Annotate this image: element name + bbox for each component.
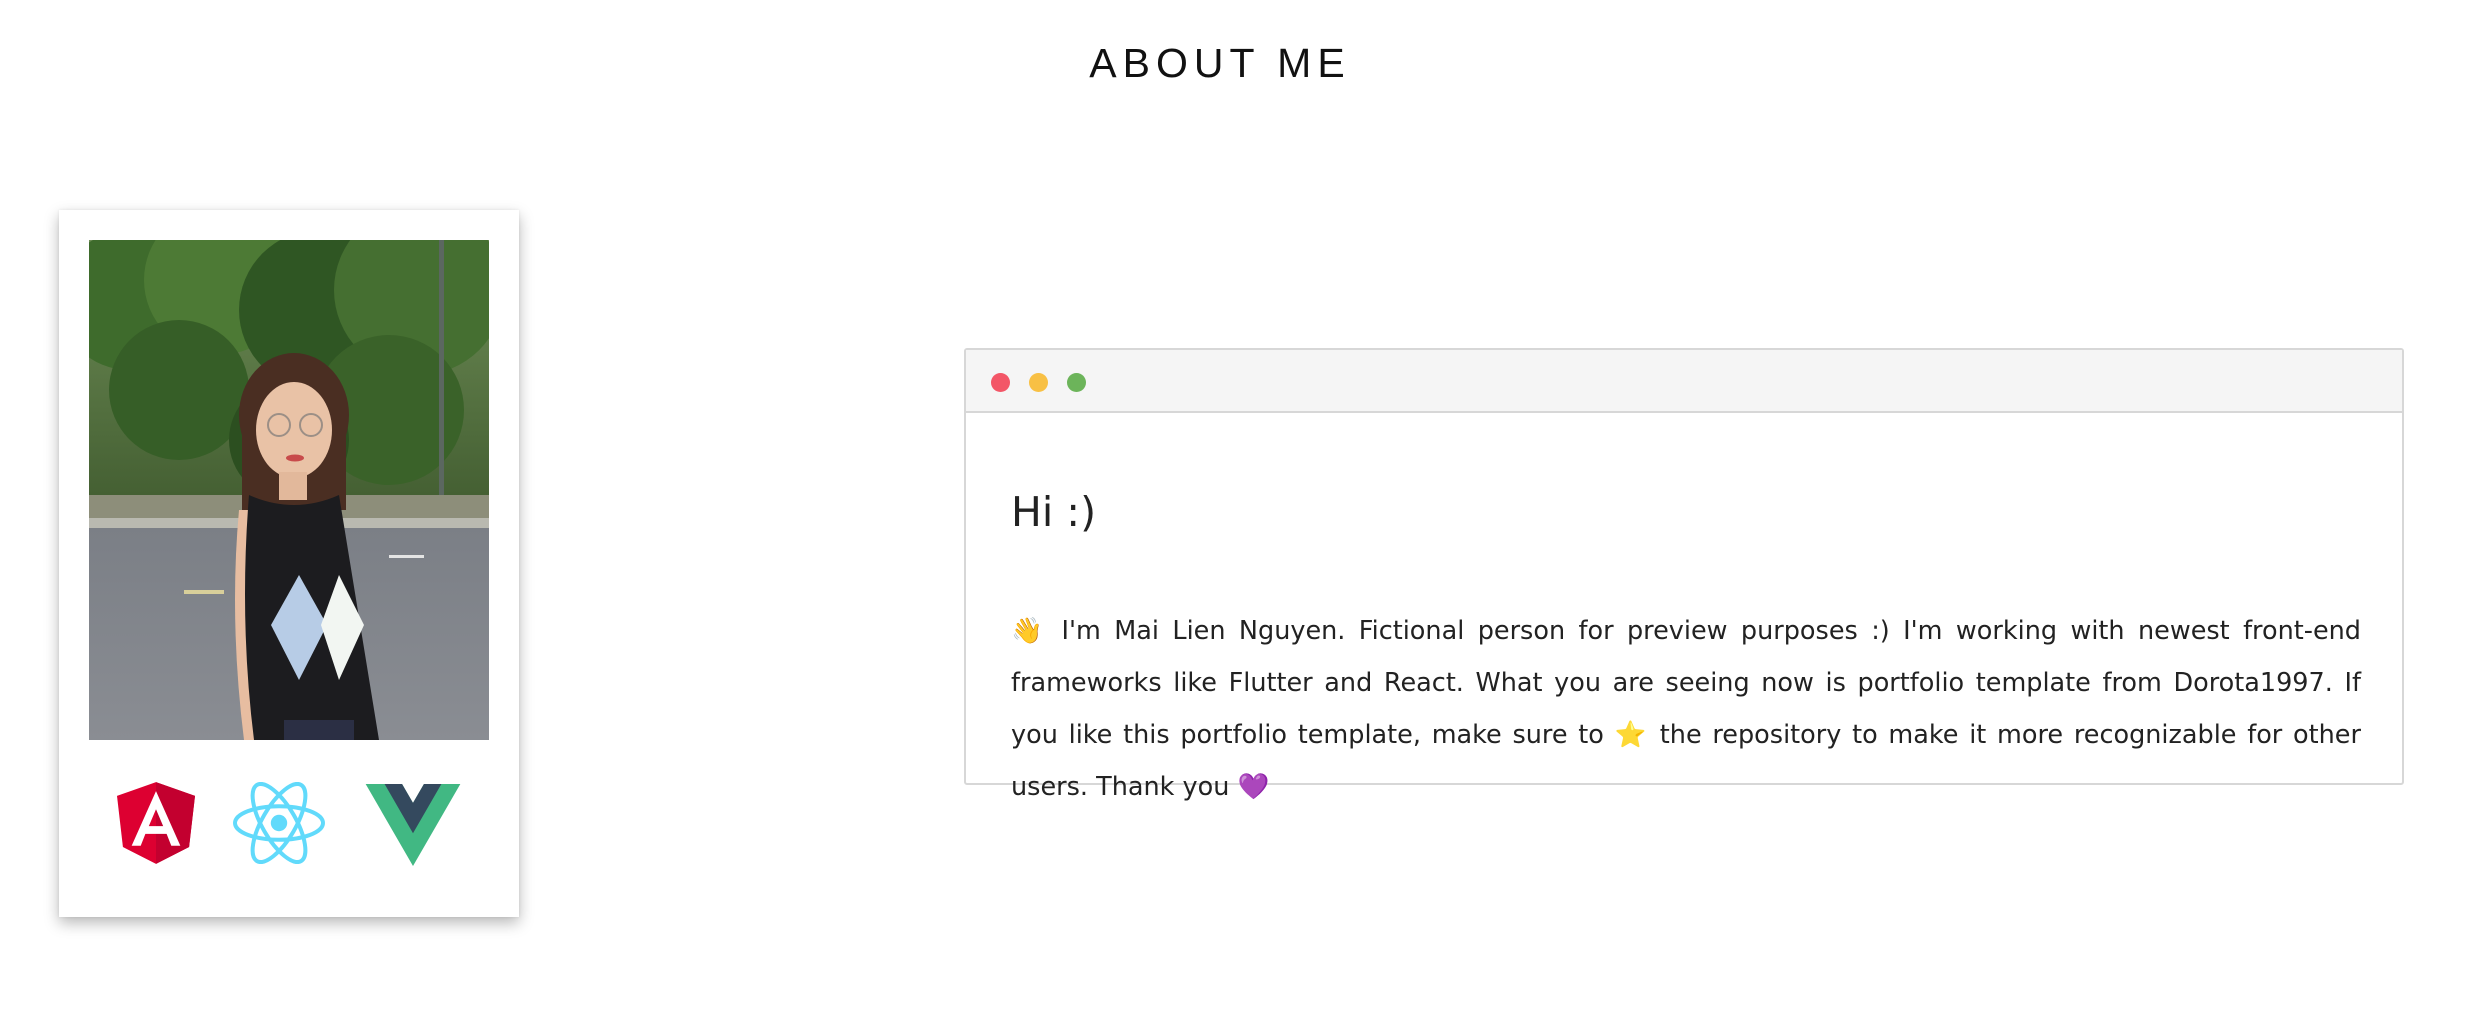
wave-emoji: 👋 xyxy=(1011,616,1049,646)
purple-heart-emoji: 💜 xyxy=(1237,772,1270,802)
window-maximize-dot xyxy=(1067,373,1086,392)
about-me-section: ABOUT ME Hi:) 👋 I'm Mai Lien Nguyen. Fi… xyxy=(0,0,2482,1024)
section-title: ABOUT ME xyxy=(1089,40,1351,86)
angular-icon xyxy=(117,782,195,864)
star-emoji: ⭐ xyxy=(1614,720,1650,750)
window-minimize-dot xyxy=(1029,373,1048,392)
react-icon xyxy=(233,782,325,864)
intro-window: Hi :) 👋 I'm Mai Lien Nguyen. Fictional p… xyxy=(964,348,2404,802)
window-title-bar xyxy=(966,350,2402,413)
tech-icons-row xyxy=(59,770,519,870)
bio-text: 👋 I'm Mai Lien Nguyen. Fictional person … xyxy=(1011,605,2361,813)
greeting-heading: Hi :) xyxy=(1011,488,1097,536)
profile-photo xyxy=(89,240,489,740)
vue-icon xyxy=(365,784,461,866)
profile-polaroid-card xyxy=(59,210,519,917)
window-close-dot xyxy=(991,373,1010,392)
